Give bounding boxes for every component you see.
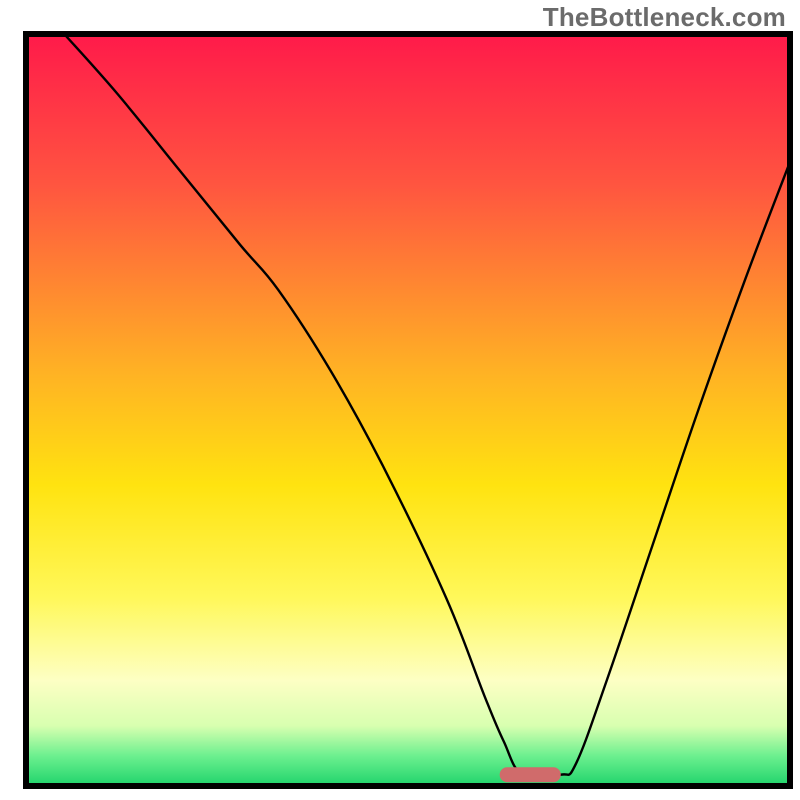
chart-svg — [0, 0, 800, 800]
bottleneck-chart: TheBottleneck.com — [0, 0, 800, 800]
watermark-text: TheBottleneck.com — [543, 2, 786, 33]
